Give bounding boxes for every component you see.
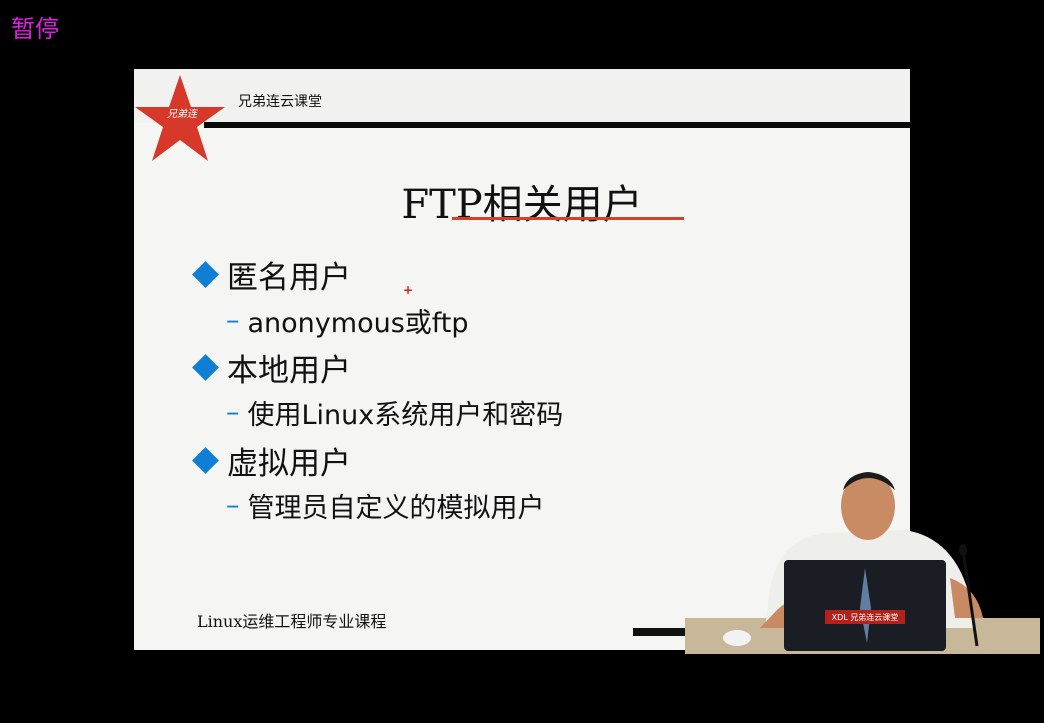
course-footer: Linux运维工程师专业课程 [197,612,387,631]
mouse-icon [723,630,751,646]
desk-edge [633,628,693,636]
presenter-video: XDL 兄弟连云课堂 [685,472,1040,654]
sub-item: – 使用Linux系统用户和密码 [226,393,563,432]
crosshair-cursor-icon: + [403,283,414,297]
sub-label: anonymous或ftp [247,308,469,339]
bullet-item: 匿名用户 [192,252,351,297]
dash-icon: – [226,490,240,521]
dash-icon: – [226,397,240,428]
sub-item: – 管理员自定义的模拟用户 [226,486,545,525]
sub-item: – anonymous或ftp [226,301,469,340]
diamond-bullet-icon [192,261,219,288]
pause-button[interactable]: 暂停 [11,9,59,44]
laptop-label: XDL 兄弟连云课堂 [832,612,899,622]
bullet-label: 本地用户 [227,353,351,389]
bullet-label: 匿名用户 [227,260,351,296]
microphone-icon [959,544,967,556]
bullet-label: 虚拟用户 [227,446,351,482]
header-divider [204,122,910,128]
brand-name: 兄弟连云课堂 [238,94,322,110]
diamond-bullet-icon [192,354,219,381]
bullet-item: 本地用户 [192,345,351,390]
sub-label: 管理员自定义的模拟用户 [247,493,545,524]
dash-icon: – [226,305,240,336]
logo-text: 兄弟连 [167,108,199,120]
bullet-item: 虚拟用户 [192,438,351,483]
slide-title: FTP相关用户 [401,182,643,228]
title-underline [452,217,684,220]
star-logo-icon: 兄弟连 [135,75,225,161]
diamond-bullet-icon [192,447,219,474]
sub-label: 使用Linux系统用户和密码 [247,400,564,431]
